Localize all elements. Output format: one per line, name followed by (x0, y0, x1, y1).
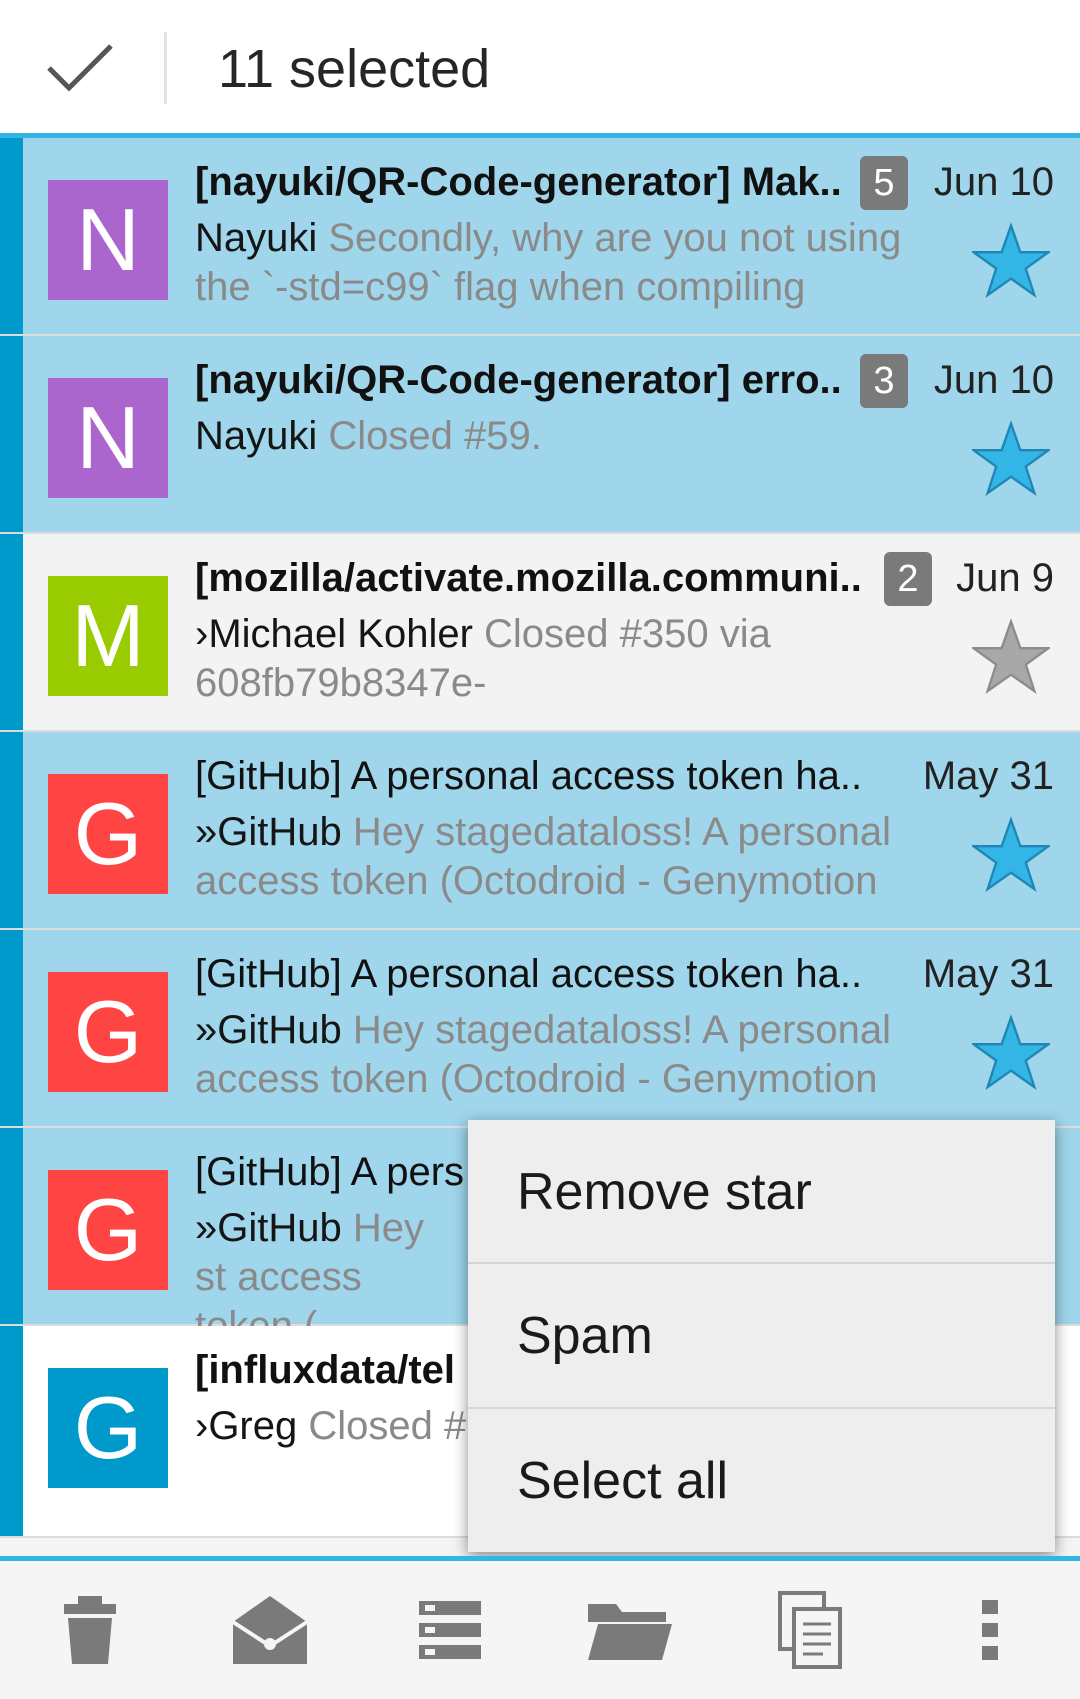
selection-indicator (0, 732, 23, 928)
email-preview: Nayuki Closed #59. (195, 412, 940, 461)
thread-count-badge: 5 (860, 156, 908, 210)
mark-read-icon (231, 1596, 309, 1664)
email-preview: »GitHub Hey stagedataloss! A personal ac… (195, 808, 940, 906)
menu-item-label: Remove star (517, 1163, 812, 1221)
email-date: May 31 (922, 952, 1054, 996)
email-preview: »GitHub Hey stagedataloss! A personal ac… (195, 1006, 940, 1104)
star-outline-icon[interactable] (972, 618, 1050, 694)
email-preview: ›Michael Kohler Closed #350 via 608fb79b… (195, 610, 940, 708)
move-to-folder-button[interactable] (585, 1585, 675, 1675)
email-row[interactable]: G [GitHub] A personal access token ha.. … (0, 930, 1080, 1128)
star-icon[interactable] (972, 1014, 1050, 1090)
avatar[interactable]: M (48, 576, 168, 696)
email-preview-text: Closed #59. (317, 414, 542, 458)
email-date: Jun 10 (933, 358, 1054, 402)
trash-icon (64, 1596, 116, 1664)
avatar[interactable]: G (48, 1368, 168, 1488)
selection-count-title: 11 selected (218, 39, 491, 99)
overflow-menu-icon (982, 1600, 998, 1660)
checkmark-icon (47, 44, 113, 92)
email-sender: ›Greg (195, 1404, 298, 1448)
mark-read-button[interactable] (225, 1585, 315, 1675)
selection-indicator (0, 336, 23, 532)
email-sender: »GitHub (195, 810, 342, 854)
email-preview-text: Closed # (297, 1404, 467, 1448)
email-subject: [GitHub] A pers (195, 1150, 465, 1194)
avatar[interactable]: G (48, 1170, 168, 1290)
email-row[interactable]: G [GitHub] A personal access token ha.. … (0, 732, 1080, 930)
email-preview: Nayuki Secondly, why are you not using t… (195, 214, 940, 312)
avatar[interactable]: G (48, 972, 168, 1092)
overflow-popup-menu: Remove star Spam Select all (468, 1120, 1055, 1552)
menu-item-label: Select all (517, 1452, 728, 1510)
menu-item-select-all[interactable]: Select all (468, 1409, 1055, 1553)
avatar[interactable]: G (48, 774, 168, 894)
email-sender: »GitHub (195, 1008, 342, 1052)
email-sender: ›Michael Kohler (195, 612, 473, 656)
star-icon[interactable] (972, 816, 1050, 892)
avatar[interactable]: N (48, 180, 168, 300)
thread-count-badge: 2 (884, 552, 932, 606)
menu-item-remove-star[interactable]: Remove star (468, 1120, 1055, 1264)
email-subject: [nayuki/QR-Code-generator] Mak.. (195, 160, 842, 204)
email-subject: [GitHub] A personal access token ha.. (195, 754, 863, 798)
email-row[interactable]: M [mozilla/activate.mozilla.communi.. 2 … (0, 534, 1080, 732)
bottom-toolbar (0, 1561, 1080, 1699)
email-date: May 31 (922, 754, 1054, 798)
folder-icon (588, 1604, 672, 1660)
email-row[interactable]: N [nayuki/QR-Code-generator] Mak.. 5 Jun… (0, 138, 1080, 336)
thread-count-badge: 3 (860, 354, 908, 408)
email-sender: »GitHub (195, 1206, 342, 1250)
move-icon (419, 1601, 481, 1659)
selection-indicator (0, 138, 23, 334)
copy-icon (778, 1591, 842, 1669)
selection-indicator (0, 1128, 23, 1324)
selection-indicator (0, 1326, 23, 1536)
action-bar-divider (164, 32, 167, 104)
star-icon[interactable] (972, 222, 1050, 298)
star-icon[interactable] (972, 420, 1050, 496)
email-subject: [nayuki/QR-Code-generator] erro.. (195, 358, 842, 402)
email-row[interactable]: N [nayuki/QR-Code-generator] erro.. 3 Ju… (0, 336, 1080, 534)
done-button[interactable] (38, 36, 122, 100)
selection-indicator (0, 930, 23, 1126)
avatar[interactable]: N (48, 378, 168, 498)
email-subject: [influxdata/tel (195, 1348, 456, 1392)
email-date: Jun 9 (956, 556, 1054, 600)
copy-button[interactable] (765, 1585, 855, 1675)
move-button[interactable] (405, 1585, 495, 1675)
selection-indicator (0, 534, 23, 730)
email-sender: Nayuki (195, 414, 318, 458)
overflow-menu-button[interactable] (945, 1585, 1035, 1675)
email-subject: [mozilla/activate.mozilla.communi.. (195, 556, 862, 600)
delete-button[interactable] (45, 1585, 135, 1675)
email-date: Jun 10 (933, 160, 1054, 204)
email-subject: [GitHub] A personal access token ha.. (195, 952, 863, 996)
email-sender: Nayuki (195, 216, 318, 260)
menu-item-spam[interactable]: Spam (468, 1264, 1055, 1408)
action-bar: 11 selected (0, 0, 1080, 133)
menu-item-label: Spam (517, 1307, 653, 1365)
